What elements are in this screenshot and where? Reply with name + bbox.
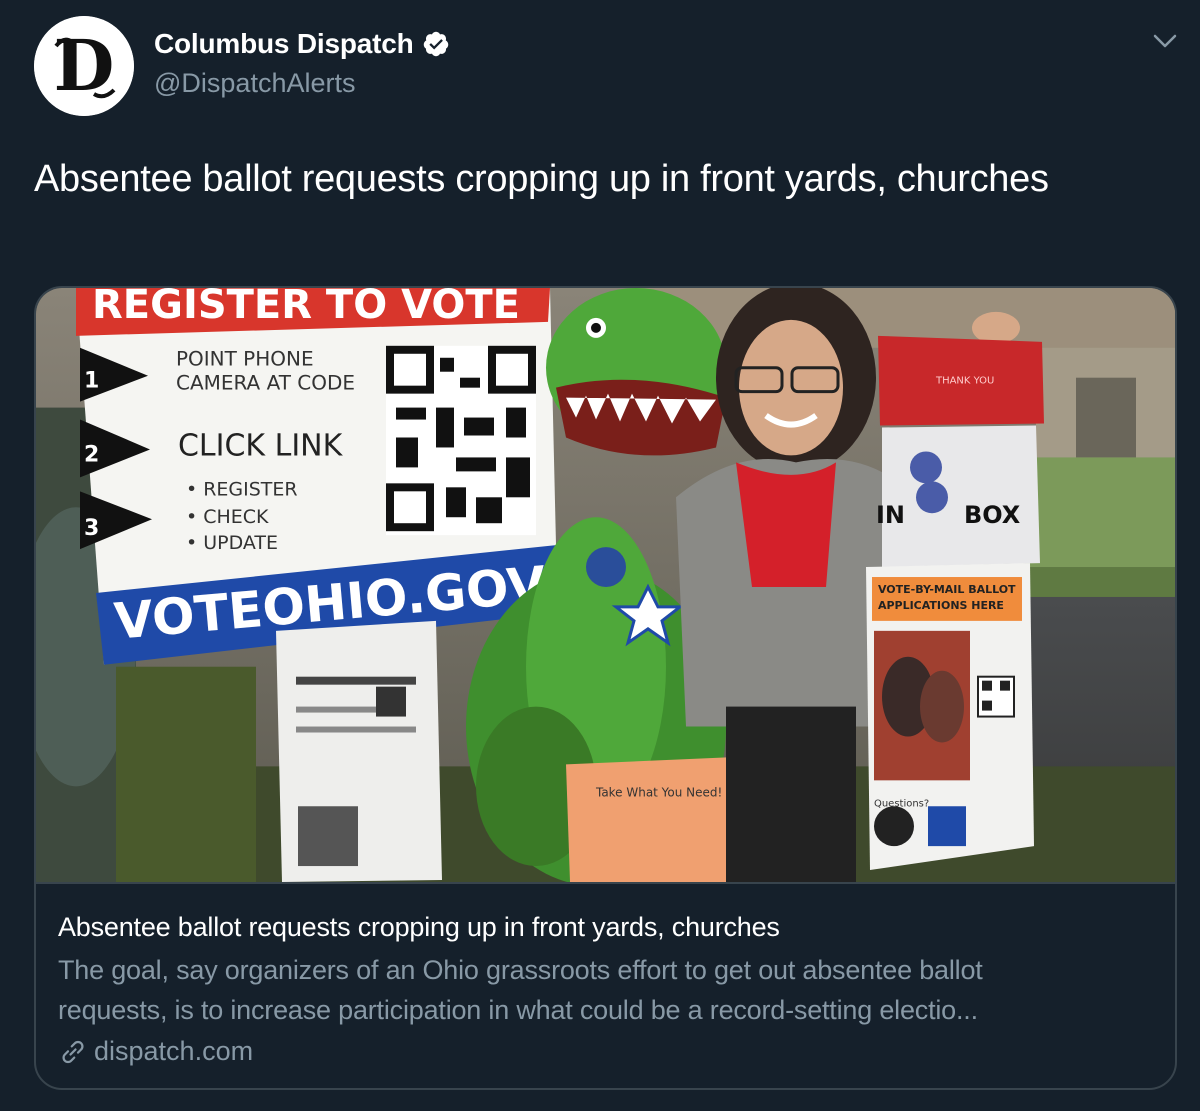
link-card[interactable]: REGISTER TO VOTE 1 2 3 POINT PHONE CAMER… [34,286,1177,1090]
mail-sign-line2: APPLICATIONS HERE [878,599,1004,612]
link-icon [62,1040,84,1063]
mail-sign-line1: VOTE-BY-MAIL BALLOT [878,583,1016,596]
sign-bullet-register: • REGISTER [186,478,298,500]
tweet-text: Absentee ballot requests cropping up in … [34,158,1049,200]
step-number-1: 1 [84,369,99,394]
card-description-line-2: requests, is to increase participation i… [58,995,978,1025]
tweet: D Columbus Dispatch @DispatchAlerts Abse… [0,0,1200,1111]
card-description-line-1: The goal, say organizers of an Ohio gras… [58,955,983,985]
card-description: The goal, say organizers of an Ohio gras… [58,950,1158,1030]
card-body[interactable]: Absentee ballot requests cropping up in … [58,910,1158,1067]
sign-step1-line2: CAMERA AT CODE [176,371,355,395]
tweet-menu-button[interactable] [1150,26,1180,56]
sign-banner-text: REGISTER TO VOTE [92,288,520,328]
card-link-row[interactable]: dispatch.com [58,1036,1158,1067]
mailbox-lid-text: THANK YOU [935,376,994,387]
sign-step2: CLICK LINK [178,428,344,463]
step-number-3: 3 [84,516,99,541]
questions-text: Questions? [874,798,929,809]
card-title[interactable]: Absentee ballot requests cropping up in … [58,910,1158,944]
card-domain[interactable]: dispatch.com [94,1036,253,1067]
sign-step1-line1: POINT PHONE [176,347,314,371]
sign-bullet-check: • CHECK [186,506,269,528]
ballot-box: THANK YOU IN BOX VOTE-BY-MAIL BALLOT APP… [866,335,1044,871]
author-display-name[interactable]: Columbus Dispatch [154,28,414,60]
box-label: BOX [964,501,1020,529]
news-photo: REGISTER TO VOTE 1 2 3 POINT PHONE CAMER… [36,288,1175,882]
register-sign: REGISTER TO VOTE 1 2 3 POINT PHONE CAMER… [76,288,558,665]
card-image[interactable]: REGISTER TO VOTE 1 2 3 POINT PHONE CAMER… [36,288,1175,884]
flyer-text: Take What You Need! [595,785,722,799]
author-avatar[interactable]: D [34,16,134,116]
dispatch-d-logo-icon: D [34,16,134,116]
author-handle[interactable]: @DispatchAlerts [154,68,355,99]
author-name-row[interactable]: Columbus Dispatch [154,28,450,60]
box-prefix: IN [876,501,905,529]
chevron-down-icon [1153,34,1177,48]
sign-bullet-update: • UPDATE [186,532,278,554]
verified-badge-icon [423,31,448,57]
qr-code-icon [386,345,536,536]
step-number-2: 2 [84,442,99,467]
